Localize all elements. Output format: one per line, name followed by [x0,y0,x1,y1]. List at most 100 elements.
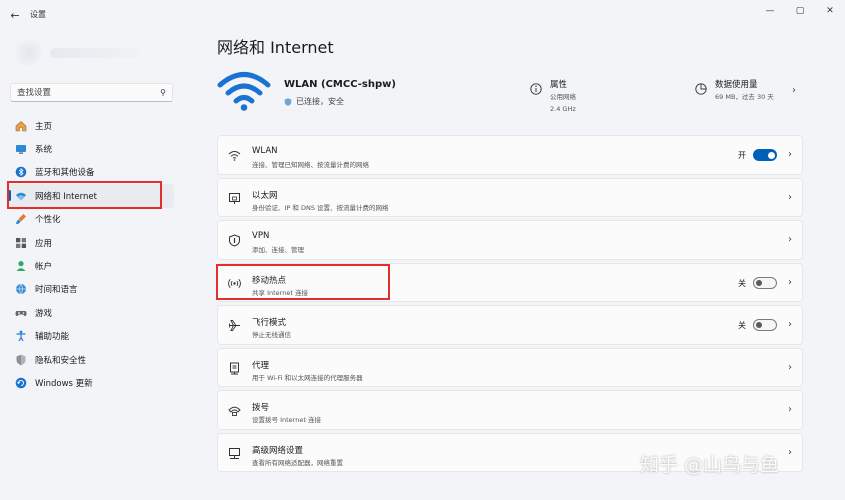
sidebar-item-label: 游戏 [35,308,53,319]
setting-title: 以太网 [252,190,278,201]
sidebar-item-label: 辅助功能 [35,332,70,343]
wlan-toggle[interactable] [753,149,777,161]
secure-shield-icon [284,97,292,106]
sidebar-item-windows-update[interactable]: Windows 更新 [8,371,174,394]
search-input[interactable] [17,87,161,98]
network-status: 已连接，安全 [284,96,344,107]
setting-card-dialup[interactable]: 拨号 设置拨号 Internet 连接 › [217,390,803,430]
title-bar: ← 设置 — ▢ ✕ [0,0,845,30]
toggle-state-label: 开 [738,151,746,160]
back-arrow-icon: ← [10,8,20,22]
mobile-hotspot-toggle[interactable] [753,276,777,289]
network-icon [15,190,27,202]
update-icon [15,377,27,389]
chevron-right-icon[interactable]: › [788,149,792,160]
system-icon [15,143,27,155]
sidebar-item-label: 帐户 [35,262,53,273]
vpn-shield-icon [228,234,241,247]
sidebar-item-home[interactable]: 主页 [8,114,174,137]
chevron-right-icon[interactable]: › [788,404,792,415]
sidebar-item-label: 蓝牙和其他设备 [35,168,95,179]
setting-card-vpn[interactable]: VPN 添加、连接、管理 › [217,220,803,260]
properties-link[interactable]: 属性 公用网络 2.4 GHz [530,78,576,114]
avatar [14,40,44,66]
accessibility-icon [15,330,27,342]
airplane-mode-toggle[interactable] [753,319,777,331]
wifi-icon [228,149,241,162]
sidebar-item-label: 网络和 Internet [35,191,97,202]
chevron-right-icon[interactable]: › [788,319,792,330]
sidebar-item-label: 个性化 [35,215,61,226]
search-icon[interactable]: ⚲ [160,88,166,97]
data-usage-icon [695,83,707,95]
sidebar-item-label: 应用 [35,238,53,249]
chevron-right-icon[interactable]: › [788,192,792,203]
home-icon [15,120,27,132]
sidebar-item-label: 主页 [35,121,53,132]
app-title: 设置 [30,10,46,19]
sidebar-item-accessibility[interactable]: 辅助功能 [8,325,174,348]
sidebar-item-label: 系统 [35,145,53,156]
sidebar-item-label: Windows 更新 [35,378,93,389]
sidebar-item-gaming[interactable]: 游戏 [8,301,174,324]
setting-card-wlan[interactable]: WLAN 连接、管理已知网络、按流量计费的网络 开 › [217,135,803,175]
setting-description: 停止无线通信 [252,331,291,339]
chevron-right-icon[interactable]: › [788,447,792,458]
setting-title: VPN [252,231,270,241]
settings-list: WLAN 连接、管理已知网络、按流量计费的网络 开 › 以太网 身份验证、IP … [217,135,803,475]
back-button[interactable]: ← [6,6,24,24]
sidebar-nav: 主页 系统 蓝牙和其他设备 网络和 Internet 个性化 应用 帐户 时间和… [8,114,174,395]
properties-title: 属性 [550,80,568,90]
close-button[interactable]: ✕ [815,0,845,22]
setting-title: WLAN [252,146,278,156]
chevron-right-icon[interactable]: › [792,85,796,96]
page-title: 网络和 Internet [217,38,334,57]
data-usage-title: 数据使用量 [715,80,758,90]
setting-card-ethernet[interactable]: 以太网 身份验证、IP 和 DNS 设置、按流量计费的网络 › [217,177,803,217]
data-usage-amount: 69 MB，过去 30 天 [715,93,774,101]
ethernet-icon [228,192,241,205]
watermark: 知乎 @山鸟与鱼 [640,454,780,476]
sidebar-item-apps[interactable]: 应用 [8,231,174,254]
chevron-right-icon[interactable]: › [788,234,792,245]
wifi-large-icon [217,72,271,111]
sidebar-item-personalization[interactable]: 个性化 [8,208,174,231]
setting-description: 设置拨号 Internet 连接 [252,416,321,424]
data-usage-link[interactable]: 数据使用量 69 MB，过去 30 天 [695,78,774,102]
chevron-right-icon[interactable]: › [788,362,792,373]
properties-network-type: 公用网络 [550,93,576,101]
sidebar-item-network[interactable]: 网络和 Internet [8,184,174,208]
setting-description: 添加、连接、管理 [252,246,304,254]
setting-card-airplane-mode[interactable]: 飞行模式 停止无线通信 关 › [217,305,803,345]
sidebar-item-accounts[interactable]: 帐户 [8,254,174,277]
hotspot-icon [228,277,241,290]
setting-title: 高级网络设置 [252,445,304,456]
sidebar-item-system[interactable]: 系统 [8,137,174,160]
sidebar-item-bluetooth[interactable]: 蓝牙和其他设备 [8,161,174,184]
chevron-right-icon[interactable]: › [788,277,792,288]
toggle-state-label: 关 [738,321,746,330]
globe-icon [15,283,27,296]
network-name: WLAN (CMCC-shpw) [284,79,396,90]
setting-card-mobile-hotspot[interactable]: 移动热点 共享 Internet 连接 关 › [217,262,803,302]
maximize-icon: ▢ [795,6,805,16]
toggle-state-label: 关 [738,278,746,288]
bluetooth-icon [15,166,27,178]
proxy-icon [228,362,241,375]
search-box[interactable]: ⚲ [10,83,173,102]
setting-description: 身份验证、IP 和 DNS 设置、按流量计费的网络 [252,203,389,212]
setting-description: 查看所有网络适配器，网络重置 [252,458,343,467]
setting-title: 移动热点 [252,275,287,286]
setting-title: 拨号 [252,403,270,413]
sidebar-item-privacy[interactable]: 隐私和安全性 [8,348,174,371]
setting-description: 共享 Internet 连接 [252,288,308,297]
minimize-button[interactable]: — [755,0,785,22]
maximize-button[interactable]: ▢ [785,0,815,22]
user-name-blurred [50,48,140,58]
setting-card-proxy[interactable]: 代理 用于 Wi-Fi 和以太网连接的代理服务器 › [217,347,803,387]
network-summary: WLAN (CMCC-shpw) 已连接，安全 属性 公用网络 2.4 GHz … [217,66,807,116]
setting-description: 连接、管理已知网络、按流量计费的网络 [252,161,369,169]
sidebar-item-label: 时间和语言 [35,285,78,296]
sidebar-item-time-language[interactable]: 时间和语言 [8,278,174,301]
user-profile[interactable] [14,40,164,66]
